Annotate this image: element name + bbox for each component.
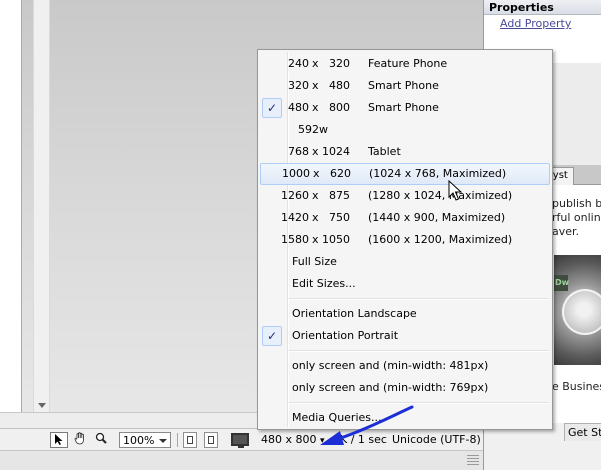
get-started-button[interactable]: Get Sta bbox=[564, 423, 601, 441]
menu-item-label: Smart Phone bbox=[368, 79, 439, 92]
mouse-cursor-icon bbox=[448, 180, 462, 201]
menu-item-x: x bbox=[312, 101, 319, 114]
menu-item-height: 1024 bbox=[322, 145, 350, 158]
select-pointer-icon[interactable] bbox=[50, 432, 68, 448]
menu-item-edit-sizes[interactable]: Edit Sizes... bbox=[260, 273, 550, 295]
menu-item-label: Feature Phone bbox=[368, 57, 448, 70]
menu-item-x: x bbox=[312, 145, 319, 158]
menu-item-label: Orientation Landscape bbox=[292, 307, 417, 320]
menu-item-1420x750[interactable]: 1420 x 750 (1440 x 900, Maximized) bbox=[260, 207, 550, 229]
menu-item-label: (1024 x 768, Maximized) bbox=[369, 167, 507, 180]
video-thumbnail[interactable]: Dw bbox=[554, 255, 601, 365]
menu-item-240x320[interactable]: 240 x 320 Feature Phone bbox=[260, 53, 550, 75]
menu-item-x: x bbox=[312, 189, 319, 202]
menu-item-width: 1260 bbox=[281, 189, 309, 202]
menu-item-label: 592w bbox=[298, 123, 328, 136]
menu-item-width: 240 bbox=[288, 57, 309, 70]
separator bbox=[177, 433, 178, 447]
menu-item-label: Tablet bbox=[368, 145, 401, 158]
properties-header: Properties bbox=[484, 0, 601, 15]
menu-item-height: 480 bbox=[329, 79, 350, 92]
menu-item-media-481[interactable]: only screen and (min-width: 481px) bbox=[260, 355, 550, 377]
menu-item-320x480[interactable]: 320 x 480 Smart Phone bbox=[260, 75, 550, 97]
zoom-tool-icon[interactable] bbox=[92, 432, 110, 448]
menu-separator bbox=[289, 298, 549, 300]
checkmark-icon: ✓ bbox=[262, 326, 282, 346]
window-size-menu: 240 x 320 Feature Phone 320 x 480 Smart … bbox=[257, 49, 553, 430]
document-page[interactable] bbox=[0, 0, 22, 412]
menu-item-width: 1580 bbox=[281, 233, 309, 246]
menu-item-height: 620 bbox=[330, 167, 351, 180]
zoom-value: 100% bbox=[123, 434, 155, 447]
menu-item-768x1024[interactable]: 768 x 1024 Tablet bbox=[260, 141, 550, 163]
vertical-scrollbar[interactable] bbox=[33, 0, 50, 412]
menu-item-height: 320 bbox=[329, 57, 350, 70]
menu-item-label: (1600 x 1200, Maximized) bbox=[368, 233, 513, 246]
menu-item-full-size[interactable]: Full Size bbox=[260, 251, 550, 273]
menu-item-1000x620[interactable]: 1000 x 620 (1024 x 768, Maximized) bbox=[260, 163, 550, 185]
menu-item-height: 1050 bbox=[322, 233, 350, 246]
menu-item-label: Orientation Portrait bbox=[292, 329, 399, 342]
menu-separator bbox=[289, 350, 549, 352]
menu-item-label: (1440 x 900, Maximized) bbox=[368, 211, 506, 224]
menu-item-x: x bbox=[312, 57, 319, 70]
menu-item-width: 320 bbox=[288, 79, 309, 92]
panel-text-line: rful onlin bbox=[552, 211, 601, 224]
menu-item-label: (1280 x 1024, Maximized) bbox=[368, 189, 513, 202]
hand-tool-icon[interactable] bbox=[71, 432, 89, 448]
menu-item-height: 875 bbox=[329, 189, 350, 202]
menu-item-1580x1050[interactable]: 1580 x 1050 (1600 x 1200, Maximized) bbox=[260, 229, 550, 251]
monitor-icon[interactable] bbox=[231, 433, 249, 448]
menu-item-480x800[interactable]: ✓ 480 x 800 Smart Phone bbox=[260, 97, 550, 119]
panel-business-text: e Busines bbox=[552, 380, 601, 393]
scroll-down-arrow-icon[interactable] bbox=[38, 403, 46, 408]
menu-item-x: x bbox=[312, 233, 319, 246]
menu-item-width: 768 bbox=[288, 145, 309, 158]
zoom-select[interactable]: 100% bbox=[119, 432, 171, 448]
menu-item-x: x bbox=[312, 211, 319, 224]
menu-item-label: Full Size bbox=[292, 255, 337, 268]
dreamweaver-logo: Dw bbox=[554, 275, 569, 291]
view-code-button[interactable] bbox=[183, 432, 197, 448]
menu-item-1260x875[interactable]: 1260 x 875 (1280 x 1024, Maximized) bbox=[260, 185, 550, 207]
menu-item-width: 1000 bbox=[282, 167, 310, 180]
menu-item-orientation-portrait[interactable]: ✓ Orientation Portrait bbox=[260, 325, 550, 347]
add-property-link[interactable]: Add Property bbox=[500, 17, 571, 30]
menu-item-height: 800 bbox=[329, 101, 350, 114]
menu-item-592w[interactable]: 592w bbox=[260, 119, 550, 141]
menu-item-orientation-landscape[interactable]: Orientation Landscape bbox=[260, 303, 550, 325]
menu-item-height: 750 bbox=[329, 211, 350, 224]
menu-item-x: x bbox=[312, 79, 319, 92]
menu-item-width: 480 bbox=[288, 101, 309, 114]
view-split-button[interactable] bbox=[204, 432, 218, 448]
resize-grip-icon[interactable] bbox=[467, 455, 479, 465]
annotation-arrow-icon bbox=[320, 405, 414, 445]
menu-item-label: only screen and (min-width: 769px) bbox=[292, 381, 489, 394]
menu-item-label: Edit Sizes... bbox=[292, 277, 356, 290]
menu-item-x: x bbox=[313, 167, 320, 180]
chevron-down-icon bbox=[159, 439, 167, 443]
panel-text-line: publish b bbox=[552, 197, 601, 210]
menu-item-width: 1420 bbox=[281, 211, 309, 224]
menu-item-label: only screen and (min-width: 481px) bbox=[292, 359, 489, 372]
menu-item-label: Smart Phone bbox=[368, 101, 439, 114]
panel-text-line: aver. bbox=[552, 225, 580, 238]
play-icon[interactable] bbox=[562, 289, 601, 335]
